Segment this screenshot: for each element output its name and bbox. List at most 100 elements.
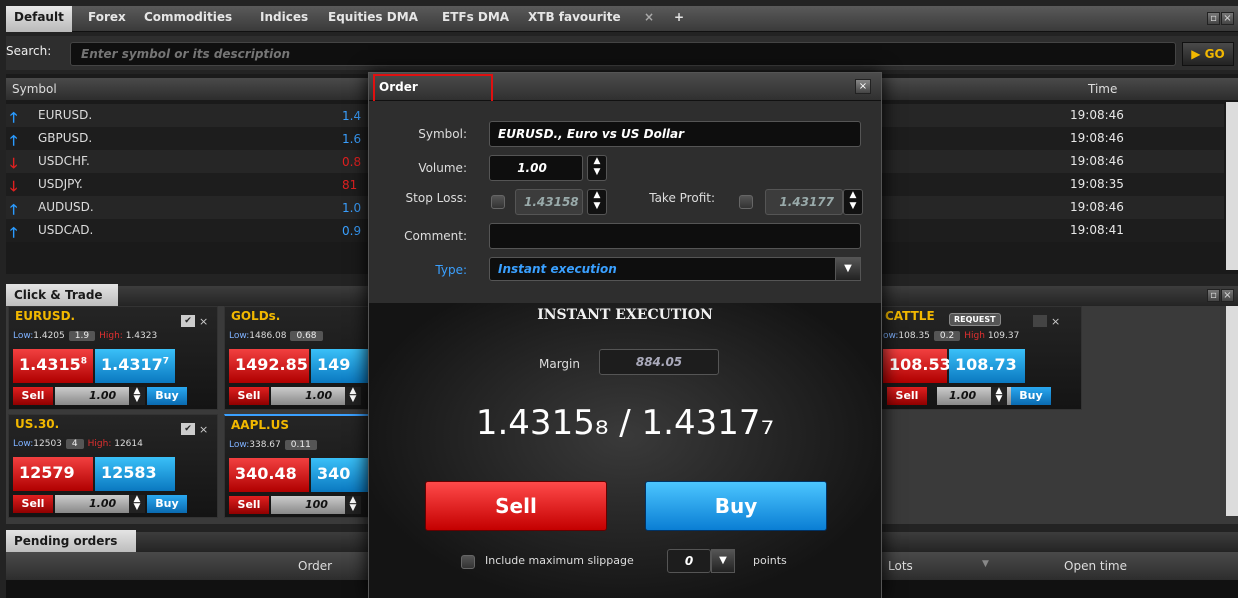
checkbox[interactable]	[1033, 315, 1047, 327]
volume-stepper[interactable]: ▲ ▼	[587, 155, 607, 181]
sell-button[interactable]: Sell	[425, 481, 607, 531]
row-bid: 0.8	[342, 155, 362, 169]
volume-label: Volume:	[418, 161, 467, 175]
volume-stepper[interactable]: ▲ ▼	[991, 387, 1007, 405]
take-profit-label: Take Profit:	[649, 191, 715, 205]
restore-icon[interactable]: ▫	[1207, 12, 1220, 25]
volume-field[interactable]: 1.00	[55, 495, 129, 513]
click-trade-scrollbar[interactable]	[1226, 306, 1238, 516]
sell-price[interactable]: 1.43158	[13, 349, 93, 383]
add-tab-button[interactable]: +	[674, 10, 684, 24]
check-icon[interactable]: ✔	[181, 423, 195, 435]
window-controls: ▫ ×	[1206, 12, 1234, 25]
play-icon: ▶	[1191, 47, 1205, 61]
take-profit-stepper[interactable]: ▲ ▼	[843, 189, 863, 215]
sort-down-icon[interactable]: ▼	[982, 559, 989, 569]
take-profit-checkbox[interactable]	[739, 195, 753, 209]
row-symbol: EURUSD.	[38, 108, 93, 122]
sell-price[interactable]: 108.53	[883, 349, 951, 383]
volume-field[interactable]: 100	[271, 496, 345, 514]
search-label: Search:	[6, 44, 52, 58]
row-time: 19:08:35	[1070, 177, 1124, 191]
execution-title: INSTANT EXECUTION	[537, 307, 713, 323]
row-symbol: USDCAD.	[38, 223, 94, 237]
close-icon[interactable]: ×	[1051, 315, 1060, 328]
trade-tile: EURUSD. ✔ × Low:1.4205 1.9 High: 1.4323 1.4…	[8, 306, 218, 410]
tile-range: Low:338.67 0.11	[229, 440, 321, 450]
tile-range: ow:108.35 0.2 High 109.37	[883, 331, 1020, 341]
buy-button[interactable]: Buy	[1011, 387, 1051, 405]
tile-range: Low:12503 4 High: 12614	[13, 439, 143, 449]
tab-default[interactable]: Default	[6, 6, 72, 32]
tab-commodities[interactable]: Commodities	[144, 10, 232, 24]
tab-equities-dma[interactable]: Equities DMA	[328, 10, 418, 24]
buy-button[interactable]: Buy	[147, 495, 187, 513]
volume-field[interactable]: 1.00	[489, 155, 583, 181]
sell-button[interactable]: Sell	[229, 387, 269, 405]
stop-loss-stepper[interactable]: ▲ ▼	[587, 189, 607, 215]
row-time: 19:08:46	[1070, 200, 1124, 214]
close-icon[interactable]: ×	[199, 423, 208, 436]
symbol-column-header[interactable]: Symbol	[12, 82, 57, 96]
go-button[interactable]: ▶ GO	[1182, 42, 1234, 66]
close-dialog-button[interactable]: ×	[855, 79, 871, 94]
restore-icon[interactable]: ▫	[1207, 289, 1220, 302]
take-profit-field[interactable]: 1.43177	[765, 189, 843, 215]
check-icon[interactable]: ✔	[181, 315, 195, 327]
stop-loss-checkbox[interactable]	[491, 195, 505, 209]
type-label: Type:	[435, 263, 467, 277]
buy-price[interactable]: 12583	[95, 457, 175, 491]
sell-price[interactable]: 1492.85	[229, 349, 309, 383]
tab-xtb-favourite[interactable]: XTB favourite	[528, 10, 621, 24]
click-trade-tab[interactable]: Click & Trade	[6, 284, 118, 306]
request-badge[interactable]: REQUEST	[949, 313, 1001, 326]
slippage-checkbox[interactable]	[461, 555, 475, 569]
sell-button[interactable]: Sell	[13, 495, 53, 513]
pending-orders-tab[interactable]: Pending orders	[6, 530, 136, 552]
close-tab-icon[interactable]: ×	[644, 10, 654, 24]
volume-stepper[interactable]: ▲ ▼	[345, 387, 361, 405]
tab-etfs-dma[interactable]: ETFs DMA	[442, 10, 509, 24]
sell-price[interactable]: 340.48	[229, 458, 309, 492]
buy-button[interactable]: Buy	[147, 387, 187, 405]
slippage-field[interactable]: 0	[667, 549, 711, 573]
sell-button[interactable]: Sell	[229, 496, 269, 514]
type-select[interactable]: Instant execution	[489, 257, 861, 281]
buy-price[interactable]: 108.73	[949, 349, 1025, 383]
tile-symbol: US.30.	[15, 417, 60, 431]
close-icon[interactable]: ×	[1221, 289, 1234, 302]
slippage-label: Include maximum slippage	[485, 554, 634, 567]
stop-loss-label: Stop Loss:	[405, 191, 467, 205]
buy-price[interactable]: 1.43177	[95, 349, 175, 383]
sell-price[interactable]: 12579	[13, 457, 93, 491]
buy-button[interactable]: Buy	[645, 481, 827, 531]
trade-tile: US.30. ✔ × Low:12503 4 High: 12614 12579 12…	[8, 414, 218, 518]
chevron-down-icon[interactable]: ▼	[711, 549, 735, 573]
tile-symbol: AAPL.US	[231, 418, 289, 432]
row-bid: 1.4	[342, 109, 362, 123]
volume-field[interactable]: 1.00	[271, 387, 345, 405]
volume-stepper[interactable]: ▲ ▼	[345, 496, 361, 514]
time-column-header[interactable]: Time	[1088, 82, 1117, 96]
order-column-header[interactable]: Order	[298, 559, 332, 573]
tab-forex[interactable]: Forex	[88, 10, 126, 24]
volume-stepper[interactable]: ▲ ▼	[129, 495, 145, 513]
lots-column-header[interactable]: Lots	[888, 559, 913, 573]
volume-field[interactable]: 1.00	[55, 387, 129, 405]
symbol-field[interactable]: EURUSD., Euro vs US Dollar	[489, 121, 861, 147]
chevron-down-icon[interactable]: ▼	[835, 257, 861, 281]
comment-field[interactable]	[489, 223, 861, 249]
sell-button[interactable]: Sell	[887, 387, 927, 405]
row-time: 19:08:41	[1070, 223, 1124, 237]
close-icon[interactable]: ×	[199, 315, 208, 328]
tab-indices[interactable]: Indices	[260, 10, 308, 24]
panel-controls: ▫ ×	[1206, 289, 1234, 302]
sell-button[interactable]: Sell	[13, 387, 53, 405]
stop-loss-field[interactable]: 1.43158	[515, 189, 583, 215]
search-input[interactable]	[70, 42, 1176, 66]
tile-range: Low:1486.08 0.68	[229, 331, 327, 341]
volume-stepper[interactable]: ▲ ▼	[129, 387, 145, 405]
market-scrollbar[interactable]	[1226, 102, 1238, 270]
open-time-column-header[interactable]: Open time	[1064, 559, 1127, 573]
close-icon[interactable]: ×	[1221, 12, 1234, 25]
